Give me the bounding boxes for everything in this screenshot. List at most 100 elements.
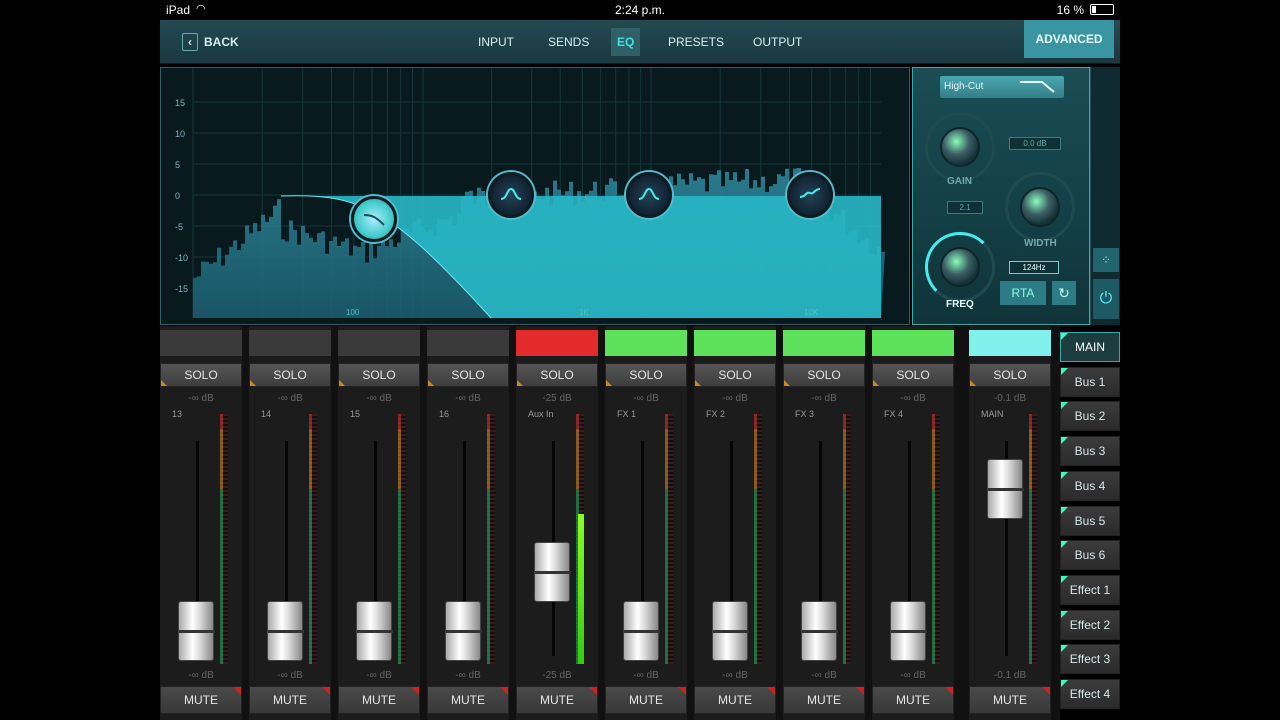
back-button[interactable]: ‹ BACK: [182, 30, 239, 54]
solo-button[interactable]: SOLO: [516, 363, 598, 387]
battery-percent: 16 %: [1056, 3, 1084, 17]
solo-button[interactable]: SOLO: [338, 363, 420, 387]
bus-button[interactable]: Bus 6: [1060, 540, 1120, 571]
hz-label: 10K: [804, 308, 819, 317]
fader-readout: -∞ dB: [633, 670, 659, 681]
level-meter: [843, 414, 851, 664]
freq-knob[interactable]: [940, 247, 980, 287]
solo-button[interactable]: SOLO: [694, 363, 776, 387]
db-label: -10: [175, 253, 189, 263]
width-knob[interactable]: [1020, 187, 1060, 227]
tab-output[interactable]: OUTPUT: [747, 28, 808, 56]
fader-handle[interactable]: [890, 601, 927, 661]
fader-handle[interactable]: [267, 601, 304, 661]
bus-button[interactable]: Bus 1: [1060, 366, 1120, 397]
filter-type-selector[interactable]: High-Cut: [940, 76, 1064, 98]
solo-button[interactable]: SOLO: [783, 363, 865, 387]
channel-color-bar: [694, 330, 776, 356]
mute-button[interactable]: MUTE: [783, 686, 865, 714]
db-label: 5: [175, 160, 181, 170]
tab-input[interactable]: INPUT: [472, 28, 520, 56]
eq-band-1-handle[interactable]: [351, 196, 397, 242]
eq-band-4-handle[interactable]: [787, 172, 833, 218]
gain-readout: -∞ dB: [722, 393, 748, 404]
gain-label: GAIN: [947, 176, 972, 187]
channel-name: 16: [439, 409, 450, 419]
fader-handle[interactable]: [712, 601, 749, 661]
eq-band-2-handle[interactable]: [488, 172, 534, 218]
channel-color-bar: [872, 330, 954, 356]
fader-handle[interactable]: [801, 601, 838, 661]
level-meter: [398, 414, 406, 664]
solo-button[interactable]: SOLO: [605, 363, 687, 387]
solo-button[interactable]: SOLO: [249, 363, 331, 387]
eq-graph-panel[interactable]: 15 10 5 0 -5 -10 -15 100 1K 10K: [160, 67, 910, 325]
bus-button[interactable]: Effect 1: [1060, 574, 1120, 605]
gain-readout: -0.1 dB: [993, 393, 1027, 404]
channel-strip: SOLO -∞ dB 15 -∞ dB MUTE: [338, 326, 420, 720]
band-select-icon[interactable]: ⁘: [1093, 248, 1119, 272]
advanced-button[interactable]: ADVANCED: [1024, 20, 1114, 58]
channel-name: 15: [350, 409, 361, 419]
tab-eq[interactable]: EQ: [611, 28, 641, 56]
channel-name: 13: [172, 409, 183, 419]
gain-knob[interactable]: [940, 127, 980, 167]
channel-color-bar: [969, 330, 1051, 356]
fader-readout: -∞ dB: [900, 670, 926, 681]
bus-button[interactable]: Bus 4: [1060, 470, 1120, 501]
power-icon[interactable]: ⏻: [1093, 279, 1119, 319]
fader-readout: -∞ dB: [366, 670, 392, 681]
bus-button[interactable]: Effect 3: [1060, 644, 1120, 675]
bus-button[interactable]: Bus 5: [1060, 505, 1120, 536]
level-meter: [220, 414, 228, 664]
level-meter: [932, 414, 940, 664]
solo-button[interactable]: SOLO: [427, 363, 509, 387]
bus-button[interactable]: Effect 4: [1060, 679, 1120, 709]
chevron-left-icon: ‹: [182, 33, 198, 51]
bus-button[interactable]: Bus 3: [1060, 436, 1120, 467]
level-meter: [1029, 414, 1037, 664]
channel-strip: SOLO -25 dB Aux In -25 dB MUTE: [516, 326, 598, 720]
solo-button[interactable]: SOLO: [969, 363, 1051, 387]
channel-strip: SOLO -∞ dB FX 2 -∞ dB MUTE: [694, 326, 776, 720]
solo-button[interactable]: SOLO: [160, 363, 242, 387]
mute-button[interactable]: MUTE: [969, 686, 1051, 714]
gain-readout: 0.0 dB: [1009, 137, 1061, 150]
mute-button[interactable]: MUTE: [160, 686, 242, 714]
fader-handle[interactable]: [445, 601, 482, 661]
eq-band-controls: High-Cut 0.0 dB GAIN 2.1 WIDTH FREQ 124H…: [912, 67, 1090, 325]
db-label: 0: [175, 191, 181, 201]
mute-button[interactable]: MUTE: [427, 686, 509, 714]
fader-handle[interactable]: [623, 601, 660, 661]
fader-handle[interactable]: [534, 542, 571, 602]
gain-readout: -25 dB: [542, 393, 572, 404]
mute-button[interactable]: MUTE: [249, 686, 331, 714]
bus-button[interactable]: Bus 2: [1060, 401, 1120, 432]
fader-handle[interactable]: [178, 601, 215, 661]
reset-icon[interactable]: ↻: [1052, 281, 1076, 305]
gain-readout: -∞ dB: [900, 393, 926, 404]
eq-band-3-handle[interactable]: [626, 172, 672, 218]
fader-readout: -25 dB: [542, 670, 572, 681]
bus-button[interactable]: Effect 2: [1060, 609, 1120, 640]
mute-button[interactable]: MUTE: [516, 686, 598, 714]
tab-sends[interactable]: SENDS: [542, 28, 595, 56]
gain-readout: -∞ dB: [366, 393, 392, 404]
back-label: BACK: [204, 35, 239, 49]
channel-strip: SOLO -0.1 dB MAIN -0.1 dB MUTE: [969, 326, 1051, 720]
mute-button[interactable]: MUTE: [694, 686, 776, 714]
gain-readout: -∞ dB: [455, 393, 481, 404]
width-readout: 2.1: [947, 201, 983, 214]
filter-type-label: High-Cut: [944, 81, 984, 92]
mute-button[interactable]: MUTE: [338, 686, 420, 714]
fader-handle[interactable]: [987, 459, 1024, 519]
mute-button[interactable]: MUTE: [872, 686, 954, 714]
status-bar: iPad ◠ 2:24 p.m. 16 %: [160, 0, 1120, 20]
solo-button[interactable]: SOLO: [872, 363, 954, 387]
tab-presets[interactable]: PRESETS: [662, 28, 730, 56]
fader-handle[interactable]: [356, 601, 393, 661]
bus-button[interactable]: MAIN: [1060, 332, 1120, 362]
rta-button[interactable]: RTA: [1000, 281, 1046, 305]
mute-button[interactable]: MUTE: [605, 686, 687, 714]
width-label: WIDTH: [1024, 238, 1057, 249]
